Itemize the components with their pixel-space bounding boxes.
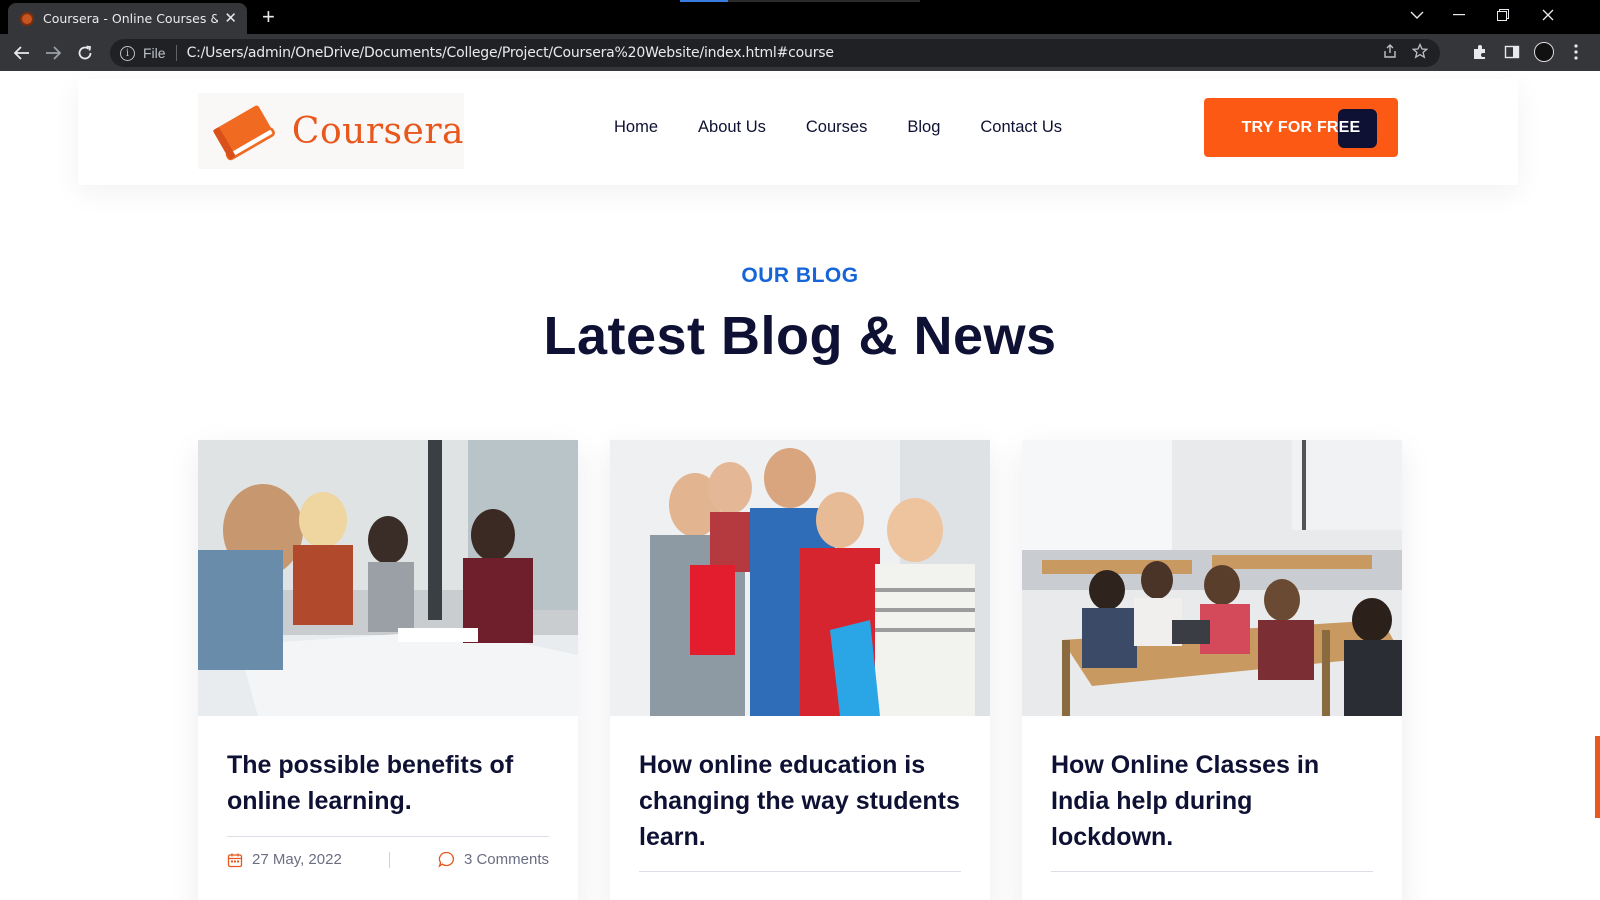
nav-blog[interactable]: Blog <box>907 118 940 137</box>
post-meta: 27 May, 2022 3 Comments <box>227 851 549 868</box>
card-divider <box>227 836 549 837</box>
site-logo[interactable]: Coursera <box>198 93 464 169</box>
post-comments[interactable]: 3 Comments <box>464 851 549 868</box>
browser-tab-strip: Coursera - Online Courses & Edu ✕ + <box>0 0 1600 34</box>
nav-courses[interactable]: Courses <box>806 118 867 137</box>
profile-avatar[interactable] <box>1534 42 1554 62</box>
post-date: 27 May, 2022 <box>252 851 342 868</box>
tab-title: Coursera - Online Courses & Edu <box>43 11 218 26</box>
try-for-free-button[interactable]: TRY FOR FREE <box>1204 98 1398 157</box>
main-navigation: Home About Us Courses Blog Contact Us <box>614 118 1062 137</box>
meta-separator <box>389 851 391 868</box>
blog-card[interactable]: How online education is changing the way… <box>610 440 990 900</box>
site-favicon-icon <box>20 11 34 26</box>
web-page: Coursera Home About Us Courses Blog Cont… <box>0 71 1600 900</box>
blog-image-students-studying[interactable] <box>198 440 578 716</box>
bookmark-star-icon[interactable] <box>1411 42 1429 64</box>
card-divider <box>1051 871 1373 872</box>
close-window-icon[interactable] <box>1525 0 1571 30</box>
blog-image-classroom[interactable] <box>1022 440 1402 716</box>
browser-menu-icon[interactable] <box>1566 42 1586 62</box>
address-bar[interactable]: i File C:/Users/admin/OneDrive/Documents… <box>110 39 1440 67</box>
section-title: Latest Blog & News <box>543 306 1057 366</box>
url-text[interactable]: C:/Users/admin/OneDrive/Documents/Colleg… <box>187 45 834 61</box>
nav-home[interactable]: Home <box>614 118 658 137</box>
try-for-free-label: TRY FOR FREE <box>1241 118 1361 136</box>
tab-search-chevron-icon[interactable] <box>1394 0 1440 30</box>
blog-post-title[interactable]: How online education is changing the way… <box>639 747 969 855</box>
card-divider <box>639 871 961 872</box>
browser-tab[interactable]: Coursera - Online Courses & Edu ✕ <box>8 3 247 34</box>
extensions-puzzle-icon[interactable] <box>1470 42 1490 62</box>
section-eyebrow: OUR BLOG <box>741 264 859 287</box>
scrollbar-thumb[interactable] <box>1595 736 1600 818</box>
blog-image-happy-students[interactable] <box>610 440 990 716</box>
new-tab-icon[interactable]: + <box>262 4 275 30</box>
loading-indicator <box>680 0 920 2</box>
close-tab-icon[interactable]: ✕ <box>224 11 237 26</box>
blog-card[interactable]: How Online Classes in India help during … <box>1022 440 1402 900</box>
nav-contact-us[interactable]: Contact Us <box>980 118 1062 137</box>
back-arrow-icon[interactable] <box>8 39 36 67</box>
blog-post-title[interactable]: The possible benefits of online learning… <box>227 747 557 819</box>
site-info-icon[interactable]: i <box>120 45 135 61</box>
reload-icon[interactable] <box>71 39 99 67</box>
url-scheme-label: File <box>143 45 166 61</box>
forward-arrow-icon[interactable] <box>39 39 67 67</box>
brand-name: Coursera <box>291 110 464 152</box>
side-panel-icon[interactable] <box>1502 42 1522 62</box>
blog-card[interactable]: The possible benefits of online learning… <box>198 440 578 900</box>
url-separator <box>175 45 177 61</box>
site-header: Coursera Home About Us Courses Blog Cont… <box>78 79 1518 185</box>
browser-toolbar: i File C:/Users/admin/OneDrive/Documents… <box>0 34 1600 71</box>
calendar-icon <box>227 853 243 867</box>
restore-icon[interactable] <box>1480 0 1526 30</box>
comment-icon <box>438 851 455 868</box>
minimize-icon[interactable] <box>1436 0 1482 30</box>
nav-about-us[interactable]: About Us <box>698 118 766 137</box>
book-logo-icon <box>213 105 275 161</box>
share-icon[interactable] <box>1382 43 1398 64</box>
blog-post-title[interactable]: How Online Classes in India help during … <box>1051 747 1381 855</box>
